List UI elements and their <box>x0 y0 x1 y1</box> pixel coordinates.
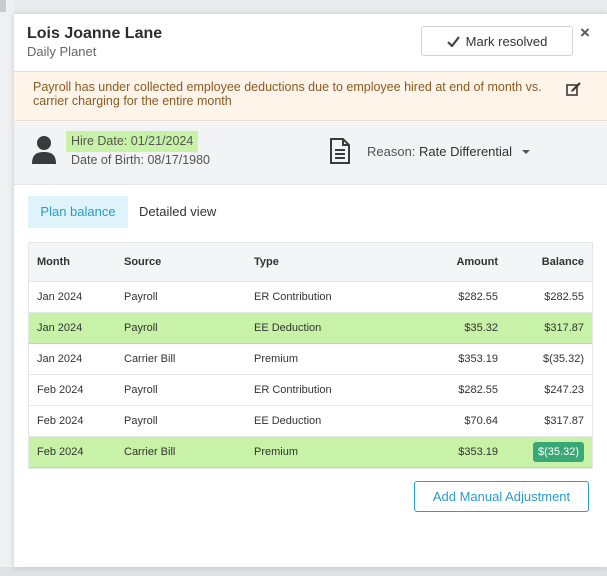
cell-type: ER Contribution <box>254 384 332 396</box>
cell-type: ER Contribution <box>254 291 332 303</box>
edit-icon[interactable] <box>566 82 582 97</box>
reason-value: Rate Differential <box>419 144 513 159</box>
column-header-type: Type <box>254 256 279 268</box>
cell-month: Feb 2024 <box>37 415 84 427</box>
plan-balance-table: Month Source Type Amount Balance Jan 202… <box>28 242 593 469</box>
column-header-amount: Amount <box>456 256 498 268</box>
table-header: Month Source Type Amount Balance <box>29 243 592 282</box>
column-header-balance: Balance <box>541 256 584 268</box>
close-icon[interactable]: × <box>580 24 590 42</box>
cell-source: Carrier Bill <box>124 353 176 365</box>
date-of-birth: Date of Birth: 08/17/1980 <box>71 153 210 167</box>
reason-dropdown[interactable]: Reason: Rate Differential <box>367 144 512 159</box>
cell-month: Jan 2024 <box>37 353 83 365</box>
alert-message: Payroll has under collected employee ded… <box>33 80 542 108</box>
cell-source: Payroll <box>124 415 158 427</box>
cell-balance: $317.87 <box>544 415 584 427</box>
table-row: Jan 2024 Payroll ER Contribution $282.55… <box>29 282 592 313</box>
cell-amount: $353.19 <box>458 353 498 365</box>
employee-name: Lois Joanne Lane <box>27 25 163 42</box>
cell-balance: $(35.32) <box>533 437 584 467</box>
background-page-edge <box>0 0 14 576</box>
cell-month: Feb 2024 <box>37 384 84 396</box>
cell-type: EE Deduction <box>254 322 322 334</box>
cell-source: Payroll <box>124 291 158 303</box>
cell-source: Payroll <box>124 384 158 396</box>
dob-label: Date of Birth: <box>71 153 144 167</box>
cell-balance: $247.23 <box>544 384 584 396</box>
cell-balance: $282.55 <box>544 291 584 303</box>
table-row: Feb 2024 Payroll ER Contribution $282.55… <box>29 375 592 406</box>
add-manual-adjustment-button[interactable]: Add Manual Adjustment <box>414 481 589 512</box>
company-name: Daily Planet <box>27 44 97 59</box>
bottom-scroll-area <box>0 567 607 576</box>
cell-month: Jan 2024 <box>37 291 83 303</box>
document-icon <box>330 138 350 164</box>
issue-detail-panel: Lois Joanne Lane Daily Planet Mark resol… <box>14 14 607 567</box>
cell-month: Jan 2024 <box>37 322 83 334</box>
cell-month: Feb 2024 <box>37 446 84 458</box>
tab-plan-balance[interactable]: Plan balance <box>28 196 128 228</box>
employee-info-band: Hire Date: 01/21/2024 Date of Birth: 08/… <box>14 122 607 185</box>
column-header-month: Month <box>37 256 70 268</box>
person-icon <box>32 136 56 164</box>
hire-date-value: 01/21/2024 <box>130 134 194 148</box>
mark-resolved-label: Mark resolved <box>465 33 548 49</box>
cell-type: Premium <box>254 446 299 458</box>
cell-amount: $282.55 <box>458 291 498 303</box>
table-row: Jan 2024 Carrier Bill Premium $353.19 $(… <box>29 344 592 375</box>
table-row: Feb 2024 Payroll EE Deduction $70.64 $31… <box>29 406 592 437</box>
cell-amount: $35.32 <box>464 322 498 334</box>
background-marker <box>0 0 6 12</box>
checkmark-icon <box>446 35 460 47</box>
cell-source: Carrier Bill <box>124 446 176 458</box>
cell-amount: $70.64 <box>464 415 498 427</box>
cell-balance: $(35.32) <box>543 353 584 365</box>
table-row: Jan 2024 Payroll EE Deduction $35.32 $31… <box>29 313 592 344</box>
hire-date: Hire Date: 01/21/2024 <box>66 131 199 152</box>
cell-amount: $353.19 <box>458 446 498 458</box>
column-header-source: Source <box>124 256 162 268</box>
tab-detailed-view[interactable]: Detailed view <box>132 196 223 228</box>
cell-type: Premium <box>254 353 299 365</box>
cell-type: EE Deduction <box>254 415 322 427</box>
dob-value: 08/17/1980 <box>147 153 210 167</box>
cell-balance: $317.87 <box>544 322 584 334</box>
balance-badge: $(35.32) <box>533 442 584 462</box>
hire-date-label: Hire Date: <box>71 134 128 148</box>
cell-source: Payroll <box>124 322 158 334</box>
mark-resolved-button[interactable]: Mark resolved <box>421 26 573 56</box>
cell-amount: $282.55 <box>458 384 498 396</box>
reason-label: Reason: <box>367 144 416 159</box>
chevron-down-icon[interactable] <box>522 150 530 154</box>
table-row: Feb 2024 Carrier Bill Premium $353.19 $(… <box>29 437 592 468</box>
alert-banner: Payroll has under collected employee ded… <box>14 71 607 121</box>
